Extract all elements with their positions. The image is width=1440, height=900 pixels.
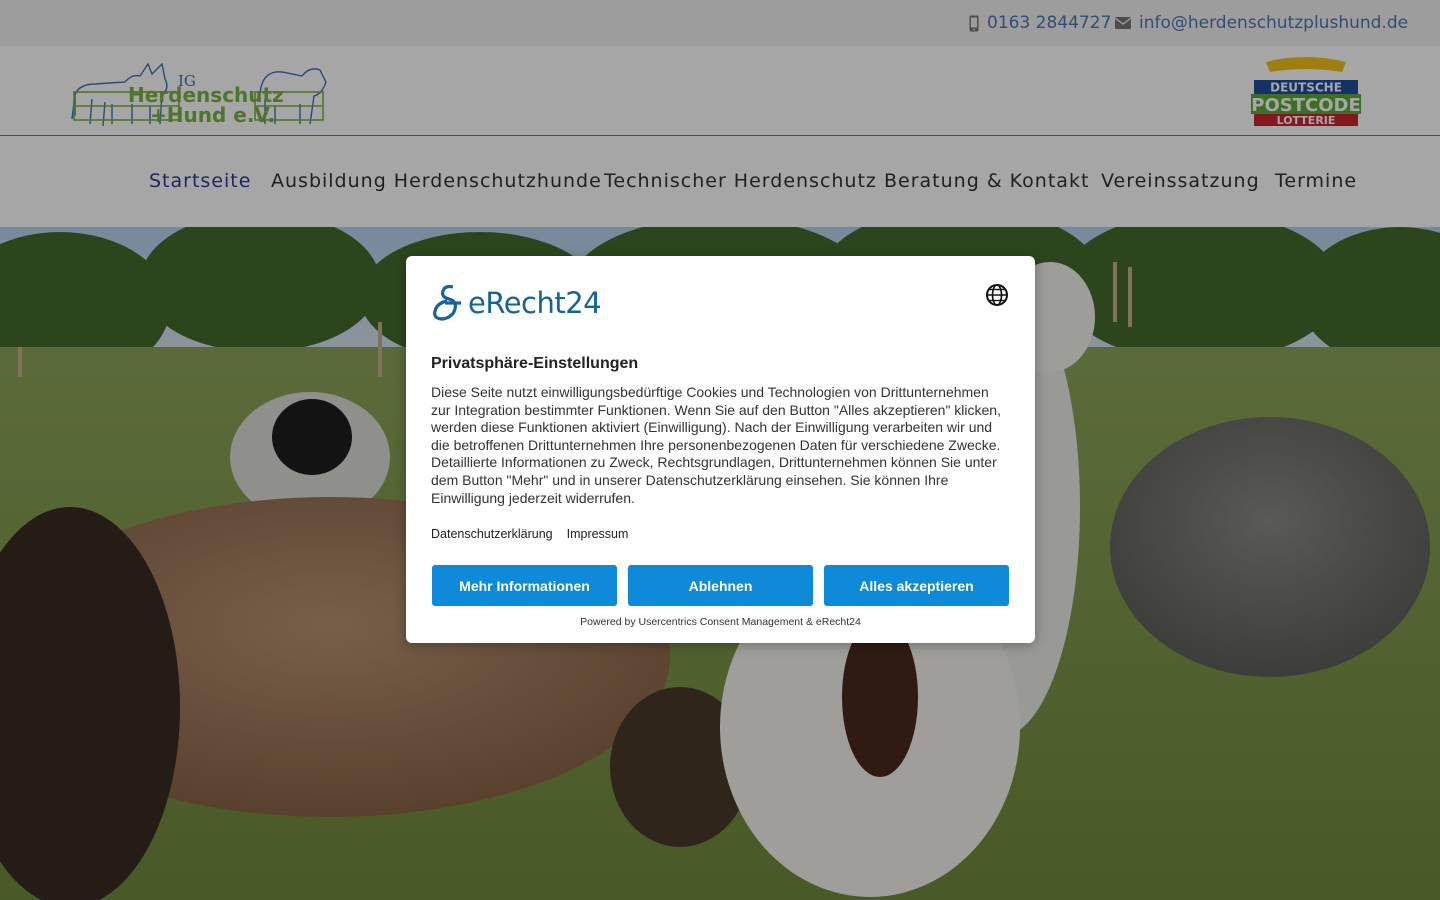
consent-links: Datenschutzerklärung Impressum	[431, 527, 628, 541]
globe-icon[interactable]	[985, 283, 1009, 307]
erecht24-symbol-icon	[433, 284, 461, 321]
brand-name: eRecht24	[468, 286, 602, 320]
imprint-link[interactable]: Impressum	[567, 527, 629, 541]
cookie-consent-dialog: eRecht24 Privatsphäre-Einstellungen Dies…	[406, 256, 1035, 643]
consent-description: Diese Seite nutzt einwilligungsbedürftig…	[431, 384, 1001, 506]
decline-button[interactable]: Ablehnen	[628, 565, 813, 606]
powered-by-note: Powered by Usercentrics Consent Manageme…	[580, 616, 861, 628]
more-info-button[interactable]: Mehr Informationen	[432, 565, 617, 606]
consent-title: Privatsphäre-Einstellungen	[431, 355, 639, 372]
privacy-policy-link[interactable]: Datenschutzerklärung	[431, 527, 553, 541]
erecht24-logo: eRecht24	[431, 283, 602, 323]
accept-all-button[interactable]: Alles akzeptieren	[824, 565, 1009, 606]
